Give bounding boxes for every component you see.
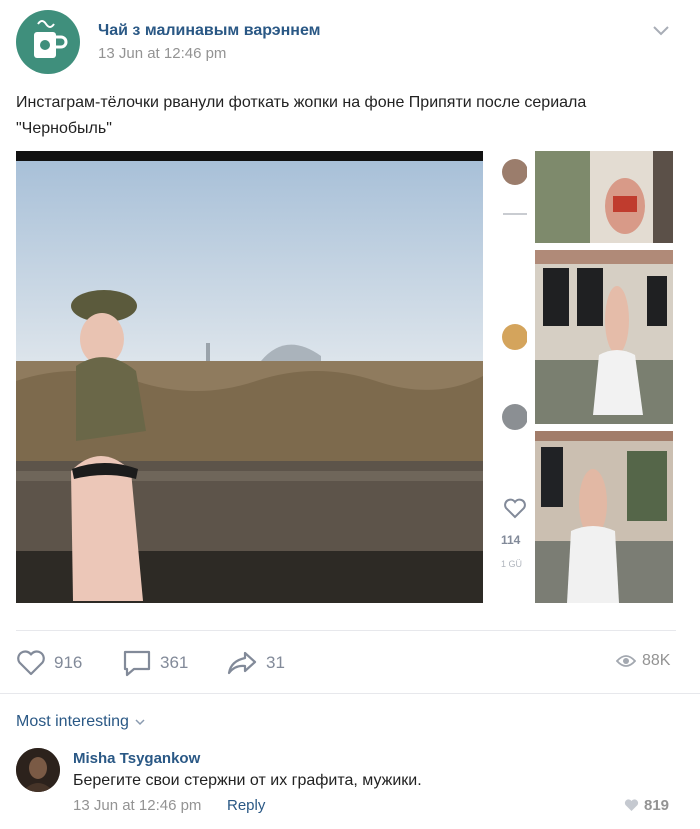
share-button[interactable]: 31 [226, 648, 285, 678]
comment-count: 361 [160, 653, 189, 672]
eye-icon [616, 655, 636, 667]
comment-icon [123, 650, 151, 677]
post-time[interactable]: 13 Jun at 12:46 pm [98, 45, 226, 62]
like-count: 916 [54, 653, 83, 672]
mug-icon [34, 20, 68, 58]
divider [0, 693, 700, 694]
comment-author[interactable]: Misha Tsygankow [73, 750, 200, 767]
comment-text: Берегите свои стержни от их графита, муж… [73, 772, 422, 789]
post-photo-main[interactable] [16, 151, 483, 603]
views-counter: 88K [616, 652, 670, 670]
post-text: Инстаграм-тёлочки рванули фоткать жопки … [16, 94, 587, 137]
group-name[interactable]: Чай з малинавым варэннем [98, 22, 320, 40]
reply-button[interactable]: Reply [227, 797, 265, 814]
comment-button[interactable]: 361 [122, 648, 188, 678]
comment-like-button[interactable]: 819 [624, 797, 669, 814]
post-photo-thumb-1[interactable] [535, 151, 673, 243]
strip-likes: 114 [501, 533, 521, 547]
views-count: 88K [642, 652, 671, 669]
post-photo-thumb-3[interactable] [535, 431, 673, 603]
post-photo-thumb-2[interactable] [535, 250, 673, 424]
avatar[interactable] [16, 748, 60, 792]
share-icon [227, 651, 257, 675]
chevron-down-icon [135, 718, 145, 725]
divider [16, 630, 676, 631]
strip-caption: 1 GÜ [501, 559, 523, 569]
thumbnail-strip[interactable]: 114 1 GÜ [497, 151, 527, 603]
comments-sort-label: Most interesting [16, 713, 129, 730]
group-avatar[interactable] [16, 10, 80, 74]
comment-like-count: 819 [644, 797, 670, 814]
heart-icon [624, 799, 639, 811]
comments-sort-dropdown[interactable]: Most interesting [16, 713, 145, 731]
heart-icon [17, 650, 45, 676]
like-button[interactable]: 916 [16, 648, 82, 678]
comment-time[interactable]: 13 Jun at 12:46 pm [73, 797, 201, 814]
chevron-down-icon[interactable] [652, 24, 670, 36]
share-count: 31 [266, 653, 285, 672]
